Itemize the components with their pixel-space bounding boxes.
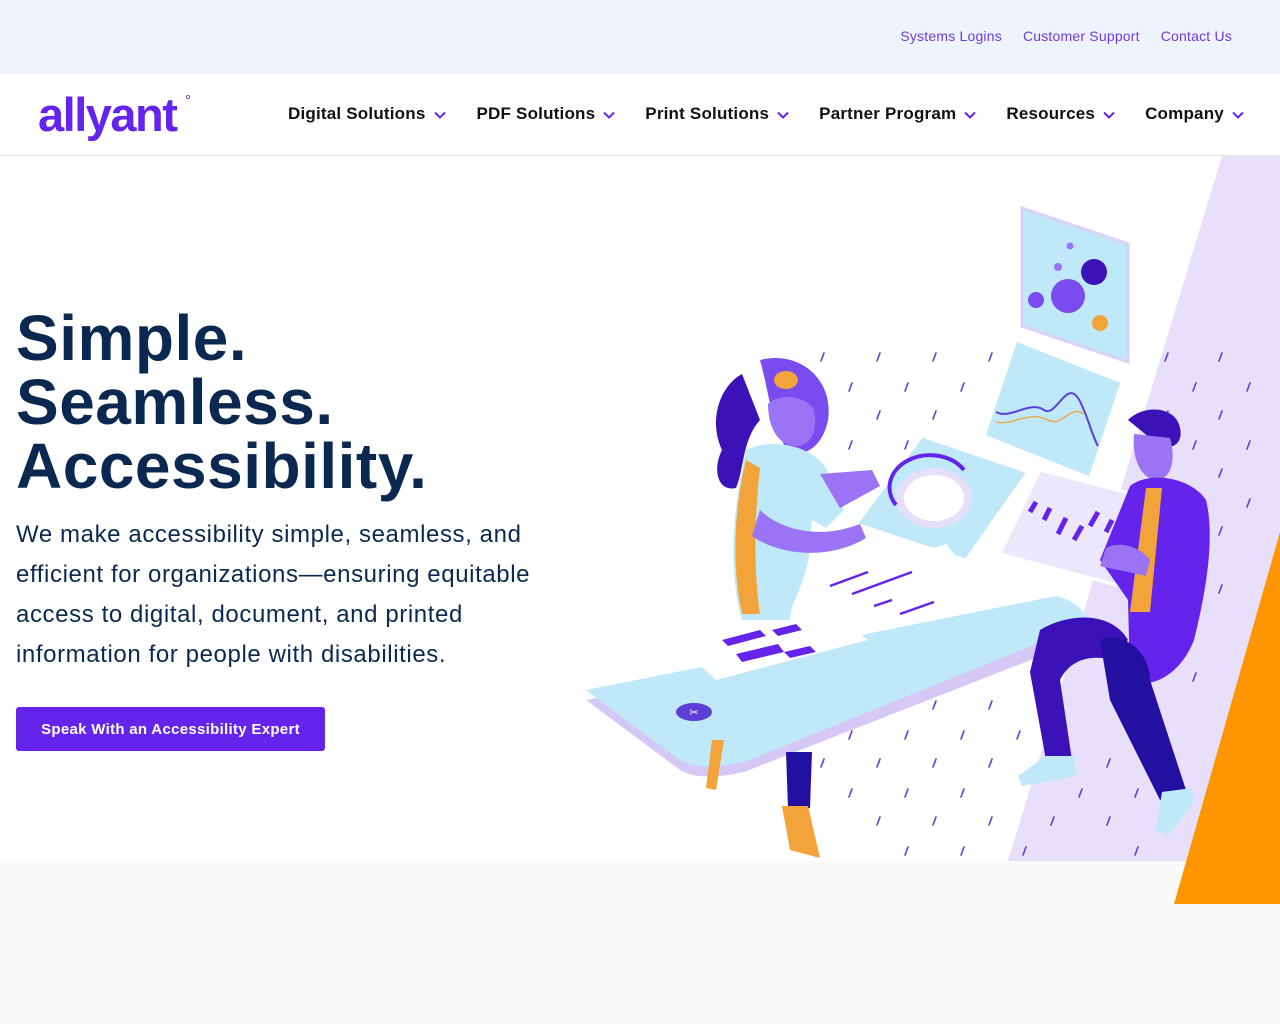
hero-section: Simple. Seamless. Accessibility. We make…: [0, 156, 1280, 861]
hero-title-line: Accessibility.: [16, 430, 428, 502]
allyant-logo-image: allyant: [38, 88, 190, 141]
nav-company[interactable]: Company: [1145, 104, 1245, 124]
logo-wordmark: allyant: [38, 88, 178, 141]
floating-bubble-panel: [1020, 205, 1130, 365]
hero-description: We make accessibility simple, seamless, …: [16, 521, 531, 668]
svg-text:✂: ✂: [689, 706, 698, 719]
chevron-down-icon: [1103, 111, 1115, 119]
chevron-down-icon: [964, 111, 977, 119]
isometric-device-base: ✂: [586, 544, 1092, 777]
nav-resources[interactable]: Resources: [1006, 104, 1116, 124]
chevron-down-icon: [777, 111, 789, 119]
speak-with-expert-button[interactable]: Speak With an Accessibility Expert: [16, 707, 325, 751]
nav-item-label: Company: [1145, 104, 1224, 123]
floating-donut-panel: [853, 434, 1031, 562]
nav-digital-solutions[interactable]: Digital Solutions: [288, 104, 447, 124]
nav-item-label: Partner Program: [819, 104, 957, 123]
nav-print-solutions[interactable]: Print Solutions: [645, 104, 790, 124]
floating-line-chart-panel: [982, 338, 1124, 480]
nav-partner-program[interactable]: Partner Program: [819, 104, 977, 124]
contact-us-link[interactable]: Contact Us: [1161, 28, 1232, 44]
hero-title-line: Seamless.: [16, 366, 334, 438]
hero-title-line: Simple.: [16, 302, 248, 374]
nav-item-label: PDF Solutions: [476, 104, 596, 123]
primary-nav: Digital Solutions PDF Solutions Print So…: [288, 104, 1245, 124]
main-nav: allyant Digital Solutions PDF Solutions …: [0, 74, 1280, 156]
nav-pdf-solutions[interactable]: PDF Solutions: [477, 104, 617, 124]
customer-support-link[interactable]: Customer Support: [1023, 28, 1140, 44]
systems-logins-link[interactable]: Systems Logins: [900, 28, 1002, 44]
hero-title: Simple. Seamless. Accessibility.: [16, 306, 576, 498]
allyant-logo[interactable]: allyant: [38, 88, 198, 148]
utility-bar: Systems Logins Customer Support Contact …: [0, 0, 1280, 74]
nav-item-label: Digital Solutions: [288, 104, 426, 123]
nav-item-label: Resources: [1006, 104, 1096, 123]
nav-item-label: Print Solutions: [645, 104, 770, 123]
chevron-down-icon: [433, 111, 446, 119]
chevron-down-icon: [1232, 111, 1244, 119]
hero-illustration: ✂: [586, 205, 1251, 858]
utility-links: Systems Logins Customer Support Contact …: [900, 28, 1232, 44]
chevron-down-icon: [603, 111, 615, 119]
